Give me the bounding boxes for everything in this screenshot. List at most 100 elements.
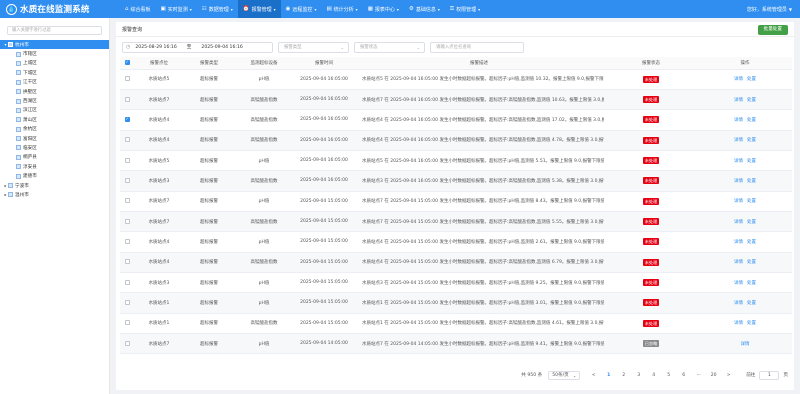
page-number[interactable]: 3 xyxy=(634,373,643,378)
row-select-cell[interactable] xyxy=(120,231,134,253)
handle-link[interactable]: 处置 xyxy=(747,240,756,245)
tree-node-city[interactable]: ▸ 宁波市 xyxy=(0,181,109,190)
row-select-cell[interactable] xyxy=(120,272,134,294)
tree-node-district[interactable]: 西湖区 xyxy=(0,96,109,105)
nav-item[interactable]: ⚿ 权限管理 ▾ xyxy=(445,0,485,18)
row-checkbox[interactable] xyxy=(124,96,130,102)
detail-link[interactable]: 详情 xyxy=(734,199,743,204)
row-select-cell[interactable] xyxy=(120,130,134,151)
row-select-cell[interactable] xyxy=(120,170,134,192)
row-checkbox[interactable] xyxy=(124,299,130,305)
row-checkbox[interactable] xyxy=(124,340,130,346)
prev-page-button[interactable]: < xyxy=(589,373,598,378)
nav-item[interactable]: ☷ 数据管理 ▾ xyxy=(197,0,238,18)
detail-link[interactable]: 详情 xyxy=(741,342,750,347)
tree-node-district[interactable]: 临安区 xyxy=(0,143,109,152)
select-all-checkbox[interactable] xyxy=(124,59,130,65)
detail-link[interactable]: 详情 xyxy=(734,321,743,326)
tree-node-district[interactable]: 拱墅区 xyxy=(0,87,109,96)
row-checkbox[interactable] xyxy=(124,177,130,183)
alarm-type-select[interactable]: 报警类型 ⌄ xyxy=(278,41,349,53)
row-checkbox[interactable] xyxy=(124,198,130,204)
row-checkbox[interactable] xyxy=(124,320,130,326)
handle-link[interactable]: 处置 xyxy=(747,321,756,326)
tree-node-district[interactable]: 富阳区 xyxy=(0,134,109,143)
goto-page-input[interactable]: 1 xyxy=(759,370,780,380)
row-checkbox[interactable] xyxy=(124,137,130,143)
handle-link[interactable]: 处置 xyxy=(747,138,756,143)
date-range-picker[interactable]: ◷ 2025-08-29 16:16 至 2025-09-04 16:16 xyxy=(122,41,273,53)
tree-node-district[interactable]: 上城区 xyxy=(0,59,109,68)
row-select-cell[interactable] xyxy=(120,211,134,233)
page-number[interactable]: 5 xyxy=(664,373,673,378)
detail-link[interactable]: 详情 xyxy=(734,98,743,103)
nav-item[interactable]: ▤ 统计分析 ▾ xyxy=(321,0,362,18)
page-number[interactable]: 2 xyxy=(619,373,628,378)
page-number[interactable]: 4 xyxy=(649,373,658,378)
row-checkbox[interactable] xyxy=(124,116,130,122)
handle-link[interactable]: 处置 xyxy=(747,77,756,82)
site-search-input[interactable]: 请输入点位名查询 xyxy=(430,41,524,53)
handle-link[interactable]: 处置 xyxy=(747,159,756,164)
batch-process-button[interactable]: 批量处置 xyxy=(757,25,788,35)
tree-node-district[interactable]: 江干区 xyxy=(0,78,109,87)
nav-item[interactable]: ▣ 实时监测 ▾ xyxy=(156,0,197,18)
row-checkbox[interactable] xyxy=(124,218,130,224)
page-number[interactable]: 1 xyxy=(604,373,613,378)
handle-link[interactable]: 处置 xyxy=(747,260,756,265)
detail-link[interactable]: 详情 xyxy=(734,138,743,143)
tree-node-district[interactable]: 余杭区 xyxy=(0,125,109,134)
row-select-cell[interactable] xyxy=(120,109,134,131)
user-menu[interactable]: 您好，系统管理员 ▼ xyxy=(747,0,792,18)
detail-link[interactable]: 详情 xyxy=(734,159,743,164)
detail-link[interactable]: 详情 xyxy=(734,301,743,306)
detail-link[interactable]: 详情 xyxy=(734,220,743,225)
detail-link[interactable]: 详情 xyxy=(734,240,743,245)
row-select-cell[interactable] xyxy=(120,191,134,212)
nav-item[interactable]: ⚙ 基础信息 ▾ xyxy=(404,0,445,18)
tree-node-district[interactable]: 桐庐县 xyxy=(0,153,109,162)
row-checkbox[interactable] xyxy=(124,157,130,163)
page-size-select[interactable]: 50条/页 ⌄ xyxy=(548,370,581,380)
row-select-cell[interactable] xyxy=(120,150,134,172)
row-select-cell[interactable] xyxy=(120,89,134,111)
detail-link[interactable]: 详情 xyxy=(734,118,743,123)
handle-link[interactable]: 处置 xyxy=(747,281,756,286)
nav-item[interactable]: ▦ 报表中心 ▾ xyxy=(363,0,404,18)
tree-node-district[interactable]: 滨江区 xyxy=(0,106,109,115)
row-checkbox[interactable] xyxy=(124,238,130,244)
nav-item[interactable]: ⌂ 综合看板 xyxy=(120,0,156,18)
row-select-cell[interactable] xyxy=(120,313,134,334)
page-number[interactable]: 20 xyxy=(709,373,718,378)
row-checkbox[interactable] xyxy=(124,259,130,265)
tree-node-district[interactable]: 建德市 xyxy=(0,171,109,180)
row-checkbox[interactable] xyxy=(124,76,130,82)
tree-node-district[interactable]: 淳安县 xyxy=(0,162,109,171)
handle-link[interactable]: 处置 xyxy=(747,199,756,204)
row-checkbox[interactable] xyxy=(124,279,130,285)
nav-item[interactable]: ⏰ 报警管理 ▾ xyxy=(237,0,281,18)
alarm-status-select[interactable]: 报警状态 ⌄ xyxy=(354,41,425,53)
page-number[interactable]: ··· xyxy=(694,373,703,378)
detail-link[interactable]: 详情 xyxy=(734,77,743,82)
row-select-cell[interactable] xyxy=(120,292,134,314)
detail-link[interactable]: 详情 xyxy=(734,260,743,265)
tree-node-district[interactable]: 下城区 xyxy=(0,68,109,77)
handle-link[interactable]: 处置 xyxy=(747,179,756,184)
page-number[interactable]: 6 xyxy=(679,373,688,378)
next-page-button[interactable]: > xyxy=(724,373,733,378)
select-all-cell[interactable] xyxy=(120,57,134,70)
tree-node-city[interactable]: ▸ 温州市 xyxy=(0,190,109,199)
handle-link[interactable]: 处置 xyxy=(747,118,756,123)
handle-link[interactable]: 处置 xyxy=(747,220,756,225)
handle-link[interactable]: 处置 xyxy=(747,301,756,306)
detail-link[interactable]: 详情 xyxy=(734,281,743,286)
tree-node-district[interactable]: 市辖区 xyxy=(0,49,109,58)
tree-node-district[interactable]: 萧山区 xyxy=(0,115,109,124)
row-select-cell[interactable] xyxy=(120,333,134,355)
handle-link[interactable]: 处置 xyxy=(747,98,756,103)
nav-item[interactable]: ◉ 远程监控 ▾ xyxy=(281,0,322,18)
row-select-cell[interactable] xyxy=(120,69,134,90)
tree-filter-input[interactable]: 输入关键字进行过滤 xyxy=(7,26,102,35)
detail-link[interactable]: 详情 xyxy=(734,179,743,184)
